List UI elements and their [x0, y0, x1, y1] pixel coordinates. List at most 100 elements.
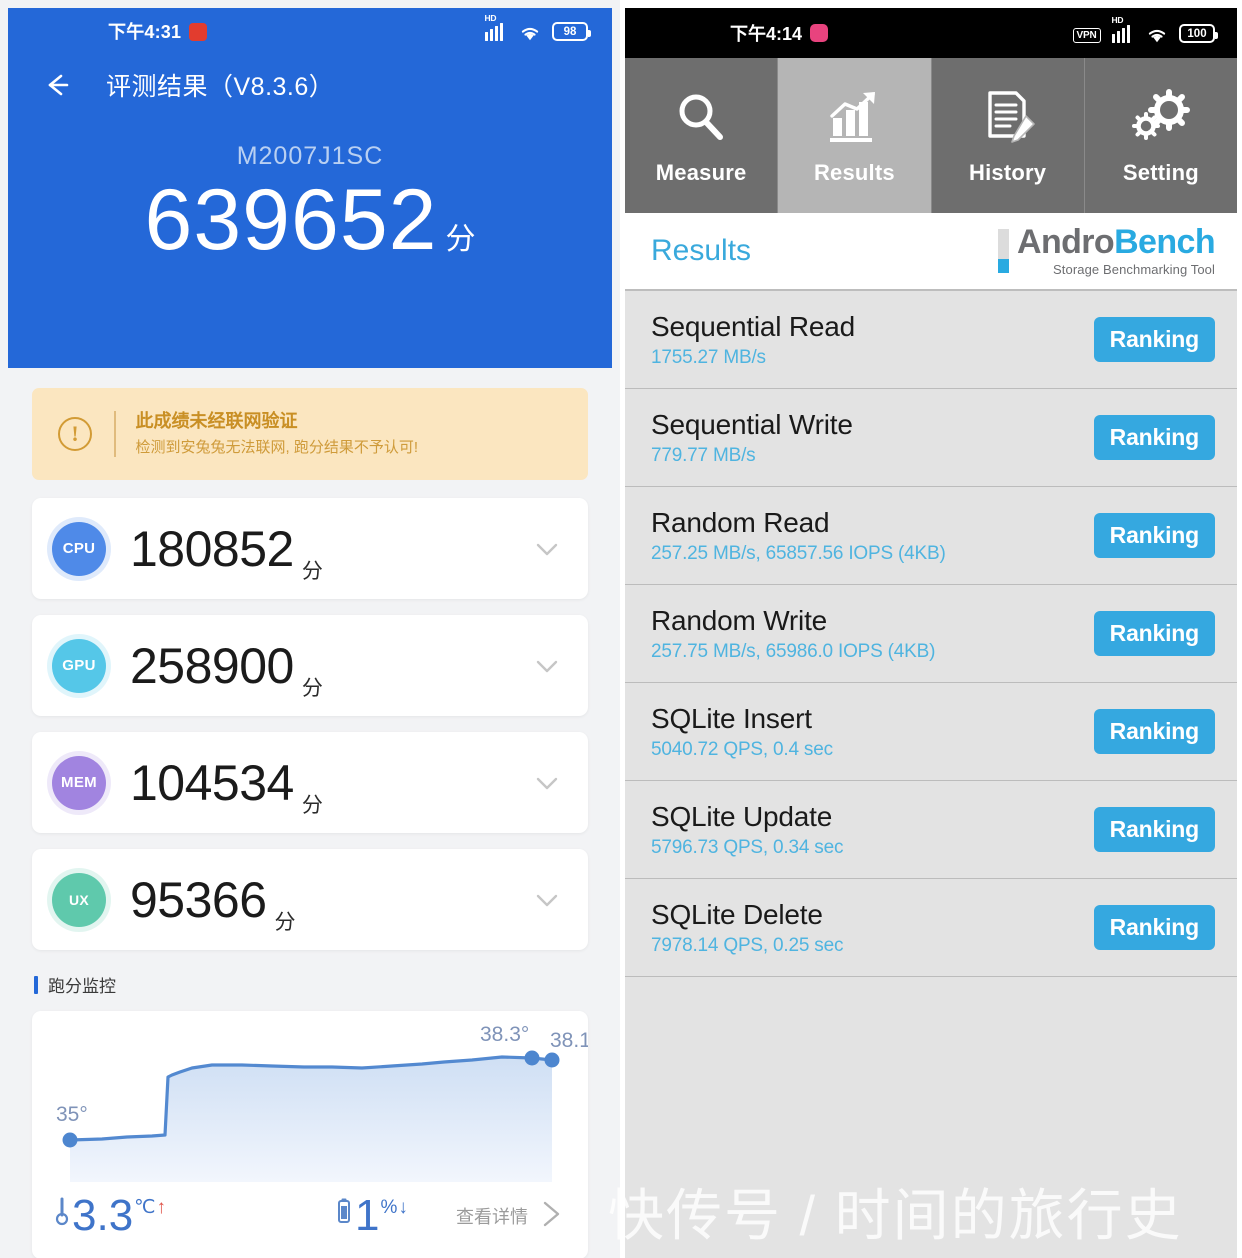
- ux-score-value: 95366: [130, 871, 267, 928]
- ranking-button[interactable]: Ranking: [1093, 905, 1215, 950]
- battery-icon: 98: [552, 22, 591, 41]
- monitor-footer: 3.3 ℃ ↑ 1 % ↓ 查看详情: [32, 1189, 588, 1243]
- status-bar-time-group-right: 下午4:14: [730, 20, 829, 46]
- score-card-gpu[interactable]: GPU 258900 分: [32, 615, 588, 716]
- result-value: 7978.14 QPS, 0.25 sec: [651, 934, 844, 956]
- chart-point-peak: [524, 1050, 540, 1066]
- monitor-card[interactable]: 35° 38.3° 38.1° 3.3 ℃ ↑: [32, 1011, 588, 1258]
- tab-setting[interactable]: Setting: [1085, 58, 1237, 213]
- battery-icon: 100: [1179, 24, 1218, 43]
- ranking-button[interactable]: Ranking: [1093, 709, 1215, 754]
- result-value: 1755.27 MB/s: [651, 346, 766, 368]
- ranking-button[interactable]: Ranking: [1093, 415, 1215, 460]
- total-score: 639652 分: [8, 173, 612, 268]
- tab-setting-label: Setting: [1122, 159, 1199, 185]
- chevron-down-icon[interactable]: [530, 649, 564, 683]
- ux-badge-icon: UX: [52, 872, 106, 927]
- logo-word-andro: Andro: [1016, 223, 1115, 261]
- temperature-up-arrow-icon: ↑: [156, 1196, 167, 1218]
- notification-badge-icon-right: [810, 24, 829, 42]
- table-row[interactable]: SQLite Update 5796.73 QPS, 0.34 sec Rank…: [625, 781, 1237, 879]
- table-row[interactable]: Sequential Write 779.77 MB/s Ranking: [625, 389, 1237, 487]
- status-bar-icons-left: HD 98: [484, 13, 591, 41]
- battery-small-icon: [336, 1197, 352, 1230]
- mem-score-value: 104534: [130, 754, 294, 811]
- result-text-group: SQLite Insert 5040.72 QPS, 0.4 sec: [651, 703, 833, 761]
- chevron-down-icon[interactable]: [530, 766, 564, 800]
- result-name: SQLite Insert: [651, 702, 812, 734]
- results-list: Sequential Read 1755.27 MB/s Ranking Seq…: [625, 291, 1237, 977]
- document-icon: [978, 86, 1038, 150]
- chart-label-peak: 38.3°: [480, 1023, 530, 1046]
- wifi-icon: [1146, 26, 1168, 43]
- mem-badge-icon: MEM: [52, 755, 106, 810]
- monitor-section-label: 跑分监控: [48, 977, 116, 996]
- status-bar-time-group: 下午4:31: [108, 18, 208, 44]
- warning-exclamation-icon: !: [58, 417, 92, 451]
- table-row[interactable]: Random Read 257.25 MB/s, 65857.56 IOPS (…: [625, 487, 1237, 585]
- antutu-hero: 下午4:31 HD 98 评测结果（V8.3.6） M2007J1SC 6396…: [8, 8, 612, 368]
- score-card-mem[interactable]: MEM 104534 分: [32, 732, 588, 833]
- monitor-section-title: 跑分监控: [34, 972, 612, 997]
- status-bar-icons-right: VPN HD 100: [1072, 15, 1218, 43]
- warning-divider: [114, 411, 116, 457]
- ranking-button[interactable]: Ranking: [1093, 611, 1215, 656]
- mem-score-unit: 分: [301, 794, 323, 817]
- ranking-button[interactable]: Ranking: [1093, 317, 1215, 362]
- screenshot-root: 下午4:31 HD 98 评测结果（V8.3.6） M2007J1SC 6396…: [0, 0, 1242, 1258]
- temperature-delta-value: 3.3: [72, 1191, 134, 1241]
- page-title: 评测结果（V8.3.6）: [106, 73, 335, 101]
- ranking-button[interactable]: Ranking: [1093, 807, 1215, 852]
- result-value: 5040.72 QPS, 0.4 sec: [651, 738, 833, 760]
- ranking-button[interactable]: Ranking: [1093, 513, 1215, 558]
- table-row[interactable]: SQLite Insert 5040.72 QPS, 0.4 sec Ranki…: [625, 683, 1237, 781]
- ux-score-unit: 分: [274, 911, 296, 934]
- chart-point-end: [544, 1052, 560, 1068]
- table-row[interactable]: SQLite Delete 7978.14 QPS, 0.25 sec Rank…: [625, 879, 1237, 977]
- result-text-group: Random Write 257.75 MB/s, 65986.0 IOPS (…: [651, 605, 935, 663]
- app-bar-left: 评测结果（V8.3.6）: [8, 54, 612, 116]
- status-bar-left: 下午4:31 HD 98: [8, 8, 612, 54]
- tab-results[interactable]: Results: [778, 58, 932, 213]
- cpu-badge-icon: CPU: [52, 521, 106, 576]
- chevron-down-icon[interactable]: [530, 883, 564, 917]
- logo-bar-icon: [997, 229, 1009, 273]
- gpu-badge-icon: GPU: [52, 638, 106, 693]
- table-row[interactable]: Sequential Read 1755.27 MB/s Ranking: [625, 291, 1237, 389]
- view-details-link[interactable]: 查看详情: [456, 1197, 566, 1236]
- table-row[interactable]: Random Write 257.75 MB/s, 65986.0 IOPS (…: [625, 585, 1237, 683]
- cpu-score-value: 180852: [130, 520, 294, 577]
- chart-icon: [823, 86, 885, 150]
- signal-icon: HD: [1111, 15, 1136, 43]
- gpu-score-value: 258900: [130, 637, 294, 694]
- result-name: Sequential Read: [651, 310, 856, 342]
- result-text-group: Sequential Read 1755.27 MB/s: [651, 311, 855, 369]
- logo-word-bench: Bench: [1114, 223, 1216, 261]
- result-name: Random Write: [651, 604, 828, 636]
- cpu-score-unit: 分: [301, 560, 323, 583]
- view-details-label: 查看详情: [456, 1207, 528, 1227]
- result-name: SQLite Delete: [651, 898, 823, 930]
- score-card-ux[interactable]: UX 95366 分: [32, 849, 588, 950]
- tab-measure[interactable]: Measure: [625, 58, 779, 213]
- result-name: SQLite Update: [651, 800, 833, 832]
- androbench-panel: 下午4:14 VPN HD 100 Measure Results Histor…: [620, 0, 1242, 1258]
- tab-history[interactable]: History: [932, 58, 1085, 213]
- result-text-group: SQLite Delete 7978.14 QPS, 0.25 sec: [651, 899, 843, 957]
- logo-wordmark: AndroBench: [1016, 223, 1216, 261]
- chevron-right-icon: [536, 1197, 566, 1236]
- total-score-unit: 分: [445, 223, 476, 256]
- logo-tagline: Storage Benchmarking Tool: [1053, 262, 1215, 277]
- total-score-value: 639652: [144, 172, 438, 268]
- back-arrow-icon[interactable]: [42, 70, 72, 100]
- vpn-icon: VPN: [1072, 28, 1101, 43]
- temperature-unit: ℃: [134, 1196, 156, 1218]
- wifi-icon: [519, 24, 541, 41]
- hd-label: HD: [484, 13, 497, 23]
- warning-title: 此成绩未经联网验证: [135, 411, 298, 432]
- chevron-down-icon[interactable]: [530, 532, 564, 566]
- result-value: 257.75 MB/s, 65986.0 IOPS (4KB): [651, 640, 936, 662]
- score-card-cpu[interactable]: CPU 180852 分: [32, 498, 588, 599]
- gear-icon: [1130, 86, 1192, 150]
- hd-label: HD: [1111, 15, 1124, 25]
